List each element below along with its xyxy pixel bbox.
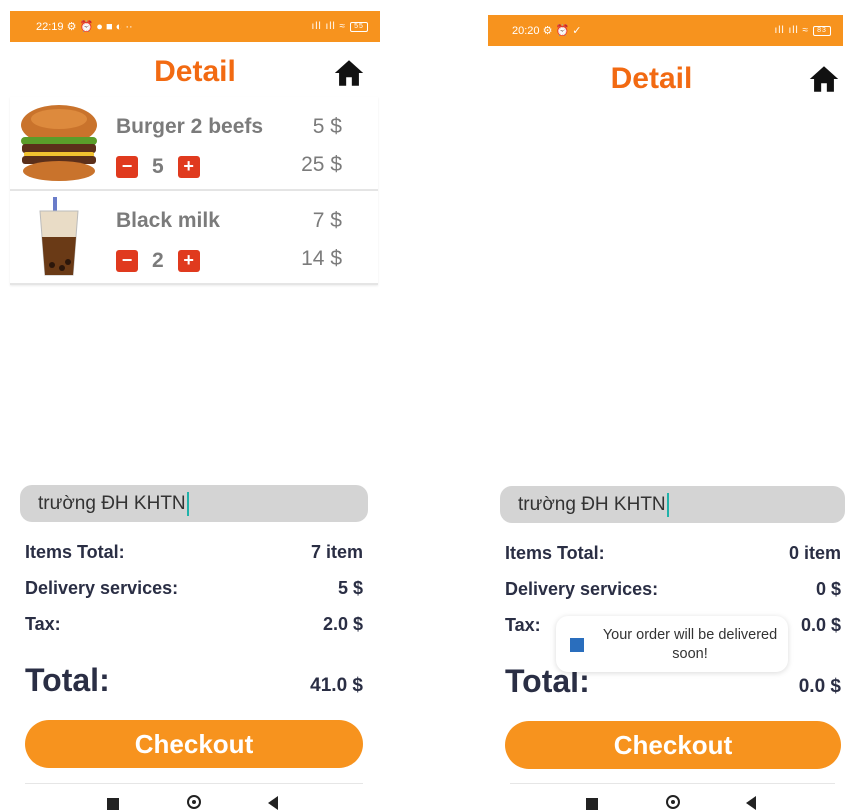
cart-item: Black milk 7 $ − 2 + 14 $ [10,191,378,285]
minus-icon[interactable]: − [116,156,138,178]
address-value: trường ĐH KHTN [38,493,186,514]
signal-icon: ıll ıll ≈ [774,25,809,36]
item-name: Burger 2 beefs [116,115,264,138]
address-input[interactable]: trường ĐH KHTN [20,485,368,522]
home-icon[interactable] [807,62,841,96]
tax-value: 2.0 $ [322,614,363,634]
tax-value: 0.0 $ [800,615,841,635]
nav-back-icon[interactable] [268,796,278,810]
nav-home-icon[interactable] [187,795,201,809]
plus-icon[interactable]: + [177,250,200,272]
android-nav-bar [488,790,845,810]
tax-row: Tax: 2.0 $ [25,614,363,635]
status-time: 22:19 [36,21,64,33]
delivery-row: Delivery services: 0 $ [505,579,841,600]
battery-icon: 83 [813,25,831,36]
cart-list: Burger 2 beefs 5 $ − 5 + 25 $ Black milk… [10,97,378,285]
status-icons: ⚙ ⏰ ✓ [542,25,582,37]
checkout-button[interactable]: Checkout [505,721,841,769]
plus-icon[interactable]: + [177,156,200,178]
delivery-value: 5 $ [337,578,363,598]
app-icon [570,638,584,652]
item-unit-price: 5 $ [312,115,342,138]
minus-icon[interactable]: − [116,250,138,272]
phone-screen-left: 22:19 ⚙ ⏰ ● ■ ◐ ·· ıll ıll ≈ 55 Detail Bu… [0,0,380,810]
item-quantity: 2 [152,249,164,272]
toast-message: Your order will be delivered soon! [602,627,778,662]
nav-recents-icon[interactable] [107,798,119,810]
total-row: Total: 41.0 $ [25,662,363,699]
home-icon[interactable] [332,56,366,90]
quantity-stepper: − 5 + [116,155,200,179]
items-total-value: 7 item [310,542,363,562]
status-bar: 22:19 ⚙ ⏰ ● ■ ◐ ·· ıll ıll ≈ 55 [10,11,380,42]
items-total-label: Items Total: [25,542,125,562]
page-title: Detail [154,55,236,88]
total-label: Total: [25,662,110,698]
delivery-label: Delivery services: [25,578,179,598]
delivery-label: Delivery services: [505,579,659,599]
divider [510,783,835,784]
battery-icon: 55 [350,21,368,32]
nav-recents-icon[interactable] [586,798,598,810]
item-unit-price: 7 $ [312,209,342,232]
divider [25,783,363,784]
items-total-row: Items Total: 7 item [25,542,363,563]
item-quantity: 5 [152,155,164,178]
item-line-total: 25 $ [301,153,342,176]
items-total-row: Items Total: 0 item [505,543,841,564]
item-line-total: 14 $ [301,247,342,270]
signal-icon: ıll ıll ≈ [311,21,346,32]
text-cursor [666,492,669,517]
item-name: Black milk [116,209,220,232]
phone-screen-right: 20:20 ⚙ ⏰ ✓ ıll ıll ≈ 83 Detail trường ĐH… [488,0,845,810]
items-total-label: Items Total: [505,543,605,563]
address-input[interactable]: trường ĐH KHTN [500,486,845,523]
status-time: 20:20 [512,25,540,37]
total-value: 0.0 $ [798,676,841,697]
delivery-row: Delivery services: 5 $ [25,578,363,599]
items-total-value: 0 item [788,543,841,563]
toast-notification: Your order will be delivered soon! [556,616,788,672]
tax-label: Tax: [25,614,61,634]
burger-image [21,105,97,181]
nav-home-icon[interactable] [666,795,680,809]
delivery-value: 0 $ [815,579,841,599]
quantity-stepper: − 2 + [116,249,200,273]
status-icons: ⚙ ⏰ ● ■ ◐ ·· [66,21,133,33]
cart-item: Burger 2 beefs 5 $ − 5 + 25 $ [10,97,378,191]
total-value: 41.0 $ [310,675,363,696]
text-cursor [186,491,189,516]
milk-tea-image [39,197,79,276]
tax-label: Tax: [505,615,541,635]
page-title: Detail [610,62,693,95]
checkout-button[interactable]: Checkout [25,720,363,768]
android-nav-bar [0,790,380,810]
address-value: trường ĐH KHTN [518,494,666,515]
status-bar: 20:20 ⚙ ⏰ ✓ ıll ıll ≈ 83 [488,15,843,46]
nav-back-icon[interactable] [746,796,756,810]
